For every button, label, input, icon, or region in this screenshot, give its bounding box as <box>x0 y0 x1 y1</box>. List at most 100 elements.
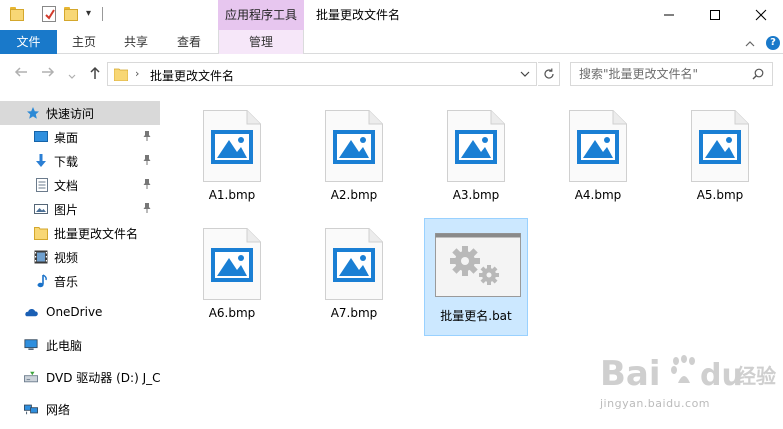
sidebar-item-label: 下载 <box>54 155 79 169</box>
computer-icon <box>24 339 38 350</box>
file-item-bmp[interactable]: A4.bmp <box>546 100 650 218</box>
recent-locations-button[interactable] <box>68 69 76 83</box>
window-title: 批量更改文件名 <box>316 8 401 22</box>
sidebar-item-desktop[interactable]: 桌面 <box>0 125 160 149</box>
desktop-icon <box>34 131 48 142</box>
file-name: A5.bmp <box>696 188 744 202</box>
svg-text:经验: 经验 <box>736 364 776 388</box>
sidebar-item-label: 此电脑 <box>46 339 83 353</box>
chevron-right-icon[interactable]: › <box>135 67 139 80</box>
picture-icon <box>34 204 48 214</box>
batch-file-icon <box>435 233 521 297</box>
expand-ribbon-icon[interactable] <box>745 37 755 51</box>
video-icon <box>34 250 48 264</box>
star-icon <box>27 107 39 119</box>
file-item-bmp[interactable]: A6.bmp <box>180 218 284 336</box>
pin-icon[interactable] <box>142 202 152 214</box>
customize-quick-access-icon[interactable]: ▾ <box>86 8 91 19</box>
breadcrumb[interactable]: 批量更改文件名 <box>150 67 234 84</box>
sidebar-item-label: 快速访问 <box>46 107 95 121</box>
file-item-bmp[interactable]: A3.bmp <box>424 100 528 218</box>
sidebar-item-pictures[interactable]: 图片 <box>0 197 160 221</box>
divider <box>102 7 103 21</box>
sidebar-item-label: 音乐 <box>54 275 79 289</box>
file-item-bmp[interactable]: A7.bmp <box>302 218 406 336</box>
tab-view[interactable]: 查看 <box>169 30 209 54</box>
chevron-down-icon[interactable] <box>520 68 530 80</box>
sidebar-item-network[interactable]: 网络 <box>0 397 160 421</box>
pin-icon[interactable] <box>142 130 152 142</box>
maximize-button[interactable] <box>692 0 738 30</box>
folder-icon <box>34 227 48 240</box>
image-file-icon <box>203 110 261 182</box>
forward-button[interactable] <box>41 66 55 81</box>
search-icon[interactable] <box>752 68 764 80</box>
sidebar-item-label: 图片 <box>54 203 79 217</box>
file-item-bmp[interactable]: A2.bmp <box>302 100 406 218</box>
dvd-icon <box>24 371 38 383</box>
cloud-icon <box>25 309 38 317</box>
svg-text:Bai: Bai <box>600 354 661 394</box>
new-folder-icon[interactable] <box>64 7 78 21</box>
tab-share[interactable]: 共享 <box>116 30 156 54</box>
search-box[interactable] <box>570 62 773 86</box>
file-name: A1.bmp <box>208 188 256 202</box>
close-button[interactable] <box>738 0 783 30</box>
baidu-logo: Bai du 经验 <box>600 354 776 394</box>
file-name: A6.bmp <box>208 306 256 320</box>
image-file-icon <box>691 110 749 182</box>
image-file-icon <box>203 228 261 300</box>
download-icon <box>36 154 46 167</box>
sidebar-item-this-pc[interactable]: 此电脑 <box>0 333 160 357</box>
sidebar-item-dvd[interactable]: DVD 驱动器 (D:) J_C <box>0 365 160 389</box>
tab-manage[interactable]: 管理 <box>218 30 304 54</box>
folder-icon[interactable] <box>10 7 24 21</box>
tab-file[interactable]: 文件 <box>0 30 57 54</box>
pin-icon[interactable] <box>142 178 152 190</box>
image-file-icon <box>325 228 383 300</box>
sidebar-item-label: DVD 驱动器 (D:) J_C <box>46 371 160 385</box>
help-button[interactable]: ? <box>766 36 780 50</box>
sidebar-item-documents[interactable]: 文档 <box>0 173 160 197</box>
properties-icon[interactable] <box>42 6 56 22</box>
tab-home[interactable]: 主页 <box>64 30 104 54</box>
sidebar-item-label: 网络 <box>46 403 71 417</box>
image-file-icon <box>569 110 627 182</box>
context-tab-group: 应用程序工具 <box>218 0 304 30</box>
sidebar-item-onedrive[interactable]: OneDrive <box>0 301 160 325</box>
file-name: A7.bmp <box>330 306 378 320</box>
refresh-icon <box>543 68 554 79</box>
watermark-url: jingyan.baidu.com <box>600 397 711 410</box>
sidebar-item-label: 桌面 <box>54 131 79 145</box>
sidebar-item-label: 批量更改文件名 <box>54 227 139 241</box>
title-bar: ▾ 应用程序工具 批量更改文件名 <box>0 0 783 30</box>
file-name: A2.bmp <box>330 188 378 202</box>
sidebar-item-label: 文档 <box>54 179 79 193</box>
sidebar-item-videos[interactable]: 视频 <box>0 245 160 269</box>
sidebar-item-music[interactable]: 音乐 <box>0 269 160 293</box>
file-name: A3.bmp <box>452 188 500 202</box>
image-file-icon <box>447 110 505 182</box>
folder-icon <box>114 68 128 81</box>
search-input[interactable] <box>579 66 744 82</box>
file-item-bmp[interactable]: A1.bmp <box>180 100 284 218</box>
music-icon <box>37 274 47 288</box>
back-button[interactable] <box>14 66 28 81</box>
sidebar-item-label: 视频 <box>54 251 79 265</box>
refresh-button[interactable] <box>538 62 560 86</box>
sidebar-item-label: OneDrive <box>46 305 103 319</box>
pin-icon[interactable] <box>142 154 152 166</box>
sidebar-item-quick-access[interactable]: 快速访问 <box>0 101 160 125</box>
minimize-button[interactable] <box>646 0 692 30</box>
network-icon <box>24 404 38 415</box>
file-item-bmp[interactable]: A5.bmp <box>668 100 772 218</box>
up-button[interactable] <box>89 66 101 83</box>
file-item-bat[interactable]: 批量更名.bat <box>424 218 528 336</box>
document-icon <box>36 178 48 192</box>
image-file-icon <box>325 110 383 182</box>
sidebar-item-folder[interactable]: 批量更改文件名 <box>0 221 160 245</box>
sidebar-item-downloads[interactable]: 下载 <box>0 149 160 173</box>
address-bar[interactable]: › 批量更改文件名 <box>107 62 537 86</box>
ribbon-tabs: 文件 主页 共享 查看 管理 <box>0 30 783 54</box>
file-name: A4.bmp <box>574 188 622 202</box>
